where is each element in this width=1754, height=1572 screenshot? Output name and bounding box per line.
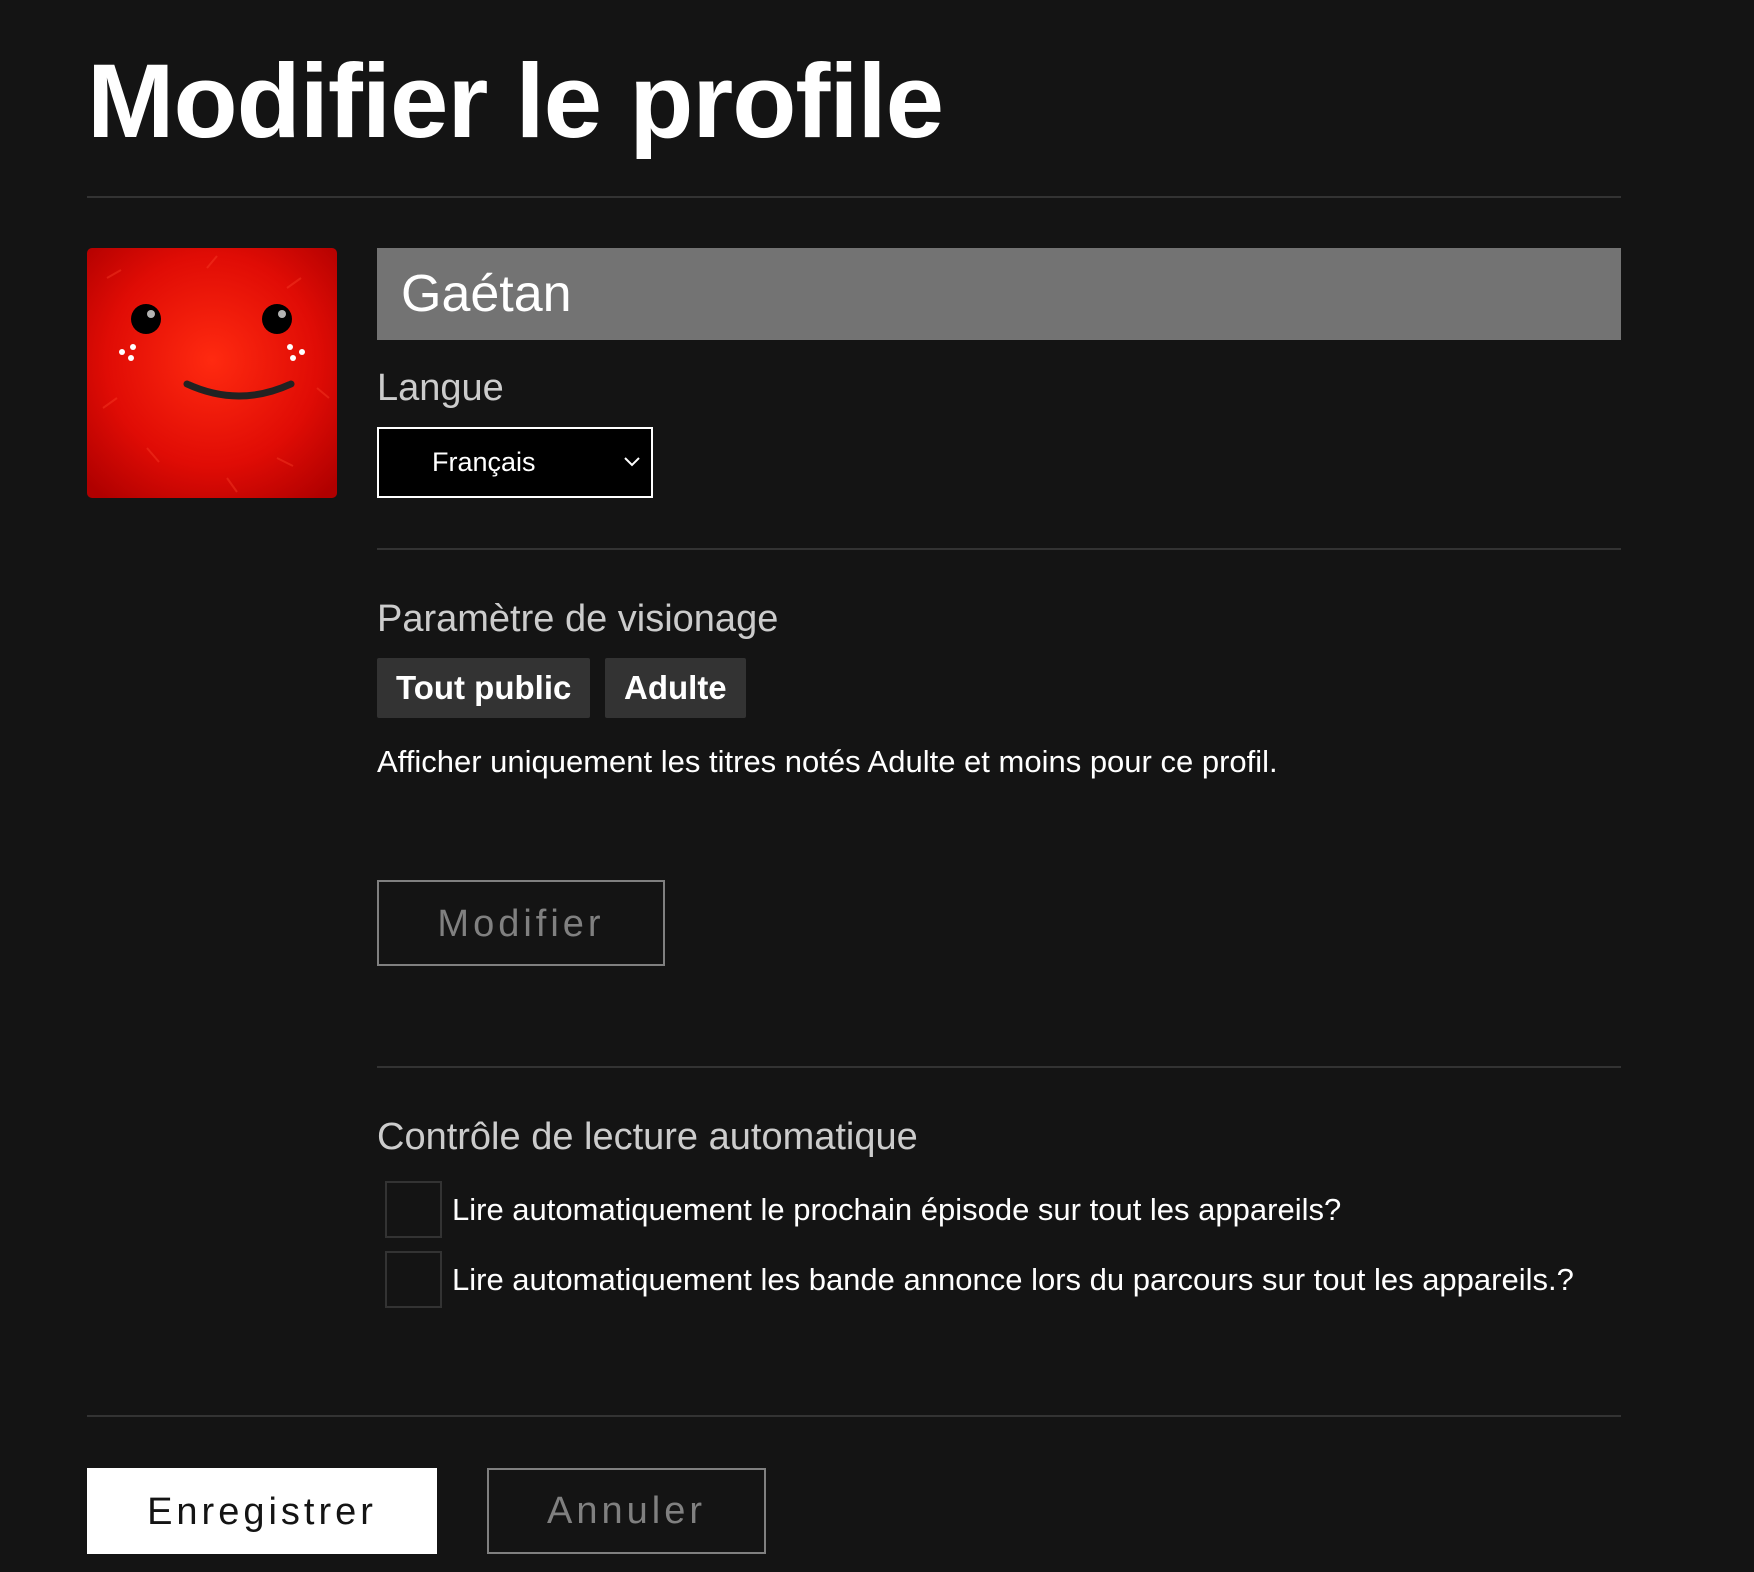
footer-divider bbox=[87, 1415, 1621, 1417]
autoplay-label: Contrôle de lecture automatique bbox=[377, 1116, 918, 1158]
chevron-down-icon bbox=[624, 457, 640, 467]
autoplay-next-episode-checkbox[interactable] bbox=[385, 1181, 442, 1238]
language-selected-value: Français bbox=[432, 447, 536, 477]
language-select[interactable]: Français bbox=[377, 427, 653, 498]
autoplay-previews-label: Lire automatiquement les bande annonce l… bbox=[452, 1262, 1574, 1297]
red-fluffy-smiley-avatar-icon bbox=[87, 248, 337, 498]
viewing-divider bbox=[377, 1066, 1621, 1068]
rating-description: Afficher uniquement les titres notés Adu… bbox=[377, 744, 1278, 779]
autoplay-next-episode-label: Lire automatiquement le prochain épisode… bbox=[452, 1192, 1342, 1227]
cancel-button[interactable]: Annuler bbox=[487, 1468, 766, 1554]
rating-tag-all-public: Tout public bbox=[377, 658, 591, 718]
header-divider bbox=[87, 196, 1621, 198]
rating-tag-adult: Adulte bbox=[605, 658, 746, 718]
language-divider bbox=[377, 548, 1621, 550]
viewing-settings-label: Paramètre de visionage bbox=[377, 598, 779, 640]
page-title: Modifier le profile bbox=[87, 43, 944, 160]
profile-avatar[interactable] bbox=[87, 248, 337, 498]
autoplay-previews-checkbox[interactable] bbox=[385, 1251, 442, 1308]
modify-rating-button[interactable]: Modifier bbox=[377, 880, 665, 966]
save-button[interactable]: Enregistrer bbox=[87, 1468, 437, 1554]
language-label: Langue bbox=[377, 367, 504, 409]
profile-name-input[interactable] bbox=[377, 248, 1621, 340]
